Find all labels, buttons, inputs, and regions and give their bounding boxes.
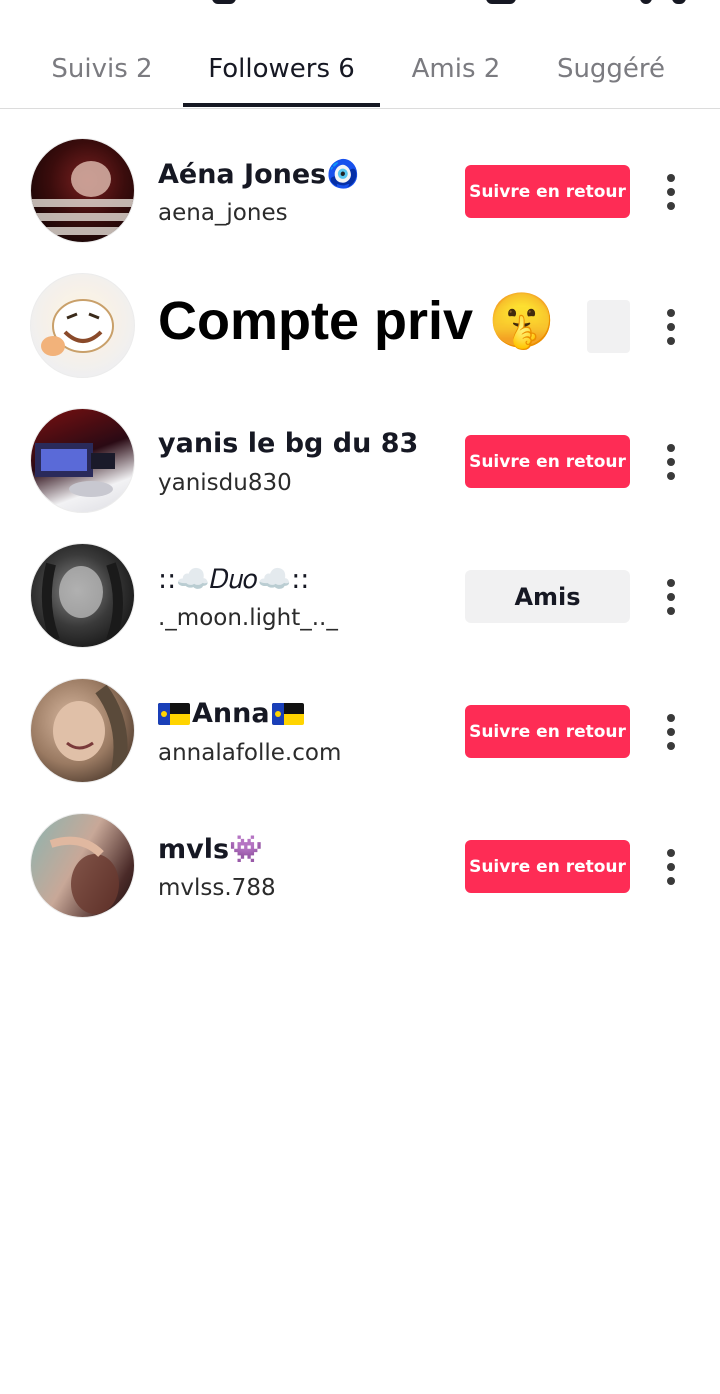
list-item: mvls👾 mvlss.788 Suivre en retour xyxy=(0,813,720,948)
user-display-name: yanis le bg du 83 xyxy=(158,428,419,459)
follow-back-button[interactable]: Suivre en retour xyxy=(465,165,630,218)
more-vertical-icon[interactable] xyxy=(656,712,686,752)
user-display-name: Anna xyxy=(158,698,304,729)
avatar-image xyxy=(49,836,119,914)
friends-button[interactable]: Amis xyxy=(465,570,630,623)
user-display-name: ::☁️𝐷𝑢𝑜☁️:: xyxy=(158,564,310,595)
list-item: Compte priv 🤫 xyxy=(0,273,720,408)
avatar[interactable] xyxy=(30,543,135,648)
avatar[interactable] xyxy=(30,273,135,378)
top-bar-cropped xyxy=(0,0,720,10)
user-handle: ._moon.light_.._ xyxy=(158,605,338,631)
tab-following[interactable]: Suivis 2 xyxy=(32,30,172,108)
user-display-name: Aéna Jones🧿 xyxy=(158,159,360,190)
avatar[interactable] xyxy=(30,138,135,243)
relations-tabs: Suivis 2 Followers 6 Amis 2 Suggéré xyxy=(0,30,720,109)
user-handle: aena_jones xyxy=(158,200,288,226)
flag-icon xyxy=(158,703,190,725)
follow-back-button[interactable]: Suivre en retour xyxy=(465,840,630,893)
list-item: Anna annalafolle.com Suivre en retour xyxy=(0,678,720,813)
avatar-image xyxy=(41,562,123,642)
tab-friends[interactable]: Amis 2 xyxy=(392,30,520,108)
avatar-image xyxy=(31,161,134,235)
flag-icon xyxy=(271,703,304,725)
more-vertical-icon[interactable] xyxy=(656,577,686,617)
list-item: Aéna Jones🧿 aena_jones Suivre en retour xyxy=(0,138,720,273)
private-account-title: Compte priv 🤫 xyxy=(158,291,556,351)
more-vertical-icon[interactable] xyxy=(656,442,686,482)
user-display-name-text: Anna xyxy=(192,698,270,729)
avatar-image xyxy=(53,684,128,782)
avatar[interactable] xyxy=(30,678,135,783)
user-handle: yanisdu830 xyxy=(158,470,292,496)
more-vertical-icon[interactable] xyxy=(656,307,686,347)
tab-followers[interactable]: Followers 6 xyxy=(183,30,380,108)
avatar-image xyxy=(41,299,114,356)
avatar[interactable] xyxy=(30,813,135,918)
tab-suggested[interactable]: Suggéré xyxy=(540,30,682,108)
user-handle: annalafolle.com xyxy=(158,740,342,766)
avatar-image xyxy=(35,443,115,497)
follow-back-button[interactable]: Suivre en retour xyxy=(465,705,630,758)
user-display-name: mvls👾 xyxy=(158,834,263,865)
active-tab-indicator xyxy=(183,103,380,107)
list-item: ::☁️𝐷𝑢𝑜☁️:: ._moon.light_.._ Amis xyxy=(0,543,720,678)
follow-back-button[interactable]: Suivre en retour xyxy=(465,435,630,488)
more-vertical-icon[interactable] xyxy=(656,847,686,887)
list-item: yanis le bg du 83 yanisdu830 Suivre en r… xyxy=(0,408,720,543)
avatar[interactable] xyxy=(30,408,135,513)
user-handle: mvlss.788 xyxy=(158,875,276,901)
more-vertical-icon[interactable] xyxy=(656,172,686,212)
action-button-placeholder[interactable] xyxy=(587,300,630,353)
